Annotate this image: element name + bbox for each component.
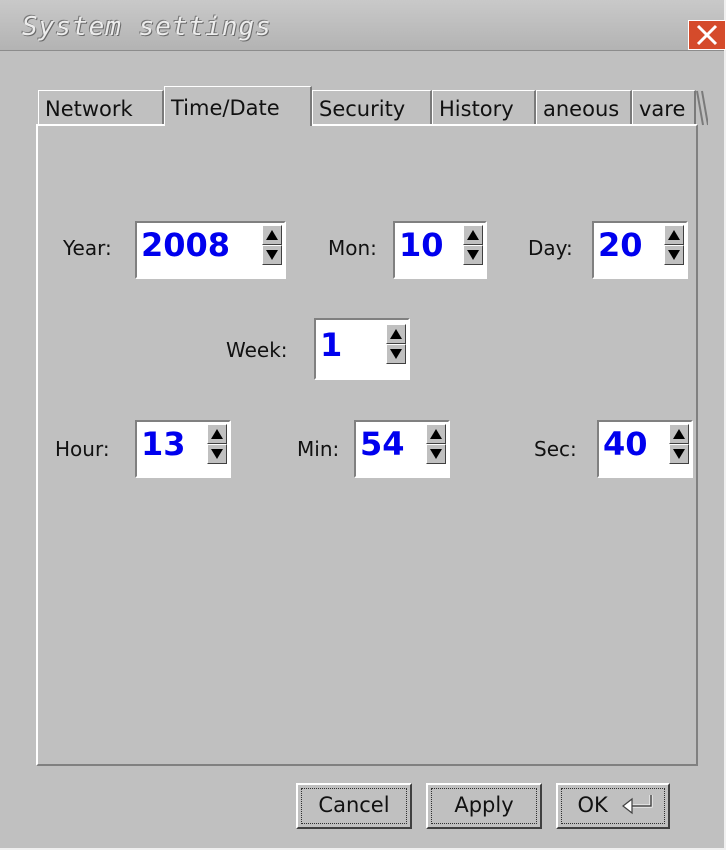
title-bar[interactable]: System settings — [0, 0, 726, 51]
enter-key-icon — [621, 795, 652, 815]
cancel-button[interactable]: Cancel — [296, 783, 412, 829]
tab-network[interactable]: Network — [38, 90, 164, 126]
minute-value: 54 — [360, 425, 405, 463]
ok-button[interactable]: OK — [556, 783, 670, 829]
hour-up-arrow[interactable] — [207, 424, 227, 444]
day-arrows — [664, 225, 684, 265]
week-spinner[interactable]: 1 — [314, 318, 410, 380]
close-button[interactable] — [688, 20, 726, 50]
arrow-up-icon — [211, 429, 223, 439]
day-spinner[interactable]: 20 — [592, 221, 688, 279]
tab-label: Network — [45, 97, 133, 121]
week-arrows — [386, 324, 406, 364]
day-down-arrow[interactable] — [664, 245, 684, 265]
month-down-arrow[interactable] — [463, 245, 483, 265]
hour-value: 13 — [141, 425, 186, 463]
month-value: 10 — [399, 226, 444, 264]
second-down-arrow[interactable] — [669, 444, 689, 464]
week-label: Week: — [226, 338, 288, 362]
month-arrows — [463, 225, 483, 265]
cancel-label: Cancel — [318, 793, 390, 817]
mon-label: Mon: — [328, 236, 377, 260]
tab-label: aneous — [543, 97, 620, 121]
tab-miscellaneous[interactable]: aneous — [536, 90, 632, 126]
arrow-down-icon — [673, 449, 685, 459]
week-value: 1 — [320, 326, 343, 364]
hour-spinner[interactable]: 13 — [135, 420, 231, 478]
ok-label: OK — [577, 793, 608, 817]
hour-down-arrow[interactable] — [207, 444, 227, 464]
arrow-up-icon — [668, 230, 680, 240]
tab-label: vare — [639, 97, 686, 121]
year-arrows — [262, 225, 282, 265]
day-value: 20 — [598, 226, 643, 264]
sec-label: Sec: — [534, 437, 577, 461]
tab-time-date[interactable]: Time/Date — [164, 86, 312, 126]
tab-scroll-edge[interactable] — [696, 90, 709, 126]
arrow-down-icon — [390, 349, 402, 359]
window-title: System settings — [22, 12, 272, 42]
arrow-up-icon — [467, 230, 479, 240]
week-up-arrow[interactable] — [386, 324, 406, 344]
tab-label: Security — [319, 97, 406, 121]
settings-window: System settings Network Time/Date Securi… — [0, 0, 726, 850]
close-icon — [696, 24, 718, 46]
month-spinner[interactable]: 10 — [393, 221, 487, 279]
arrow-up-icon — [266, 230, 278, 240]
arrow-down-icon — [211, 449, 223, 459]
day-label: Day: — [528, 236, 573, 260]
minute-arrows — [426, 424, 446, 464]
second-spinner[interactable]: 40 — [597, 420, 693, 478]
tab-history[interactable]: History — [432, 90, 536, 126]
month-up-arrow[interactable] — [463, 225, 483, 245]
year-down-arrow[interactable] — [262, 245, 282, 265]
minute-up-arrow[interactable] — [426, 424, 446, 444]
second-up-arrow[interactable] — [669, 424, 689, 444]
hour-label: Hour: — [55, 437, 110, 461]
minute-spinner[interactable]: 54 — [354, 420, 450, 478]
arrow-down-icon — [266, 250, 278, 260]
year-up-arrow[interactable] — [262, 225, 282, 245]
second-arrows — [669, 424, 689, 464]
arrow-down-icon — [430, 449, 442, 459]
apply-button[interactable]: Apply — [426, 783, 542, 829]
arrow-up-icon — [390, 329, 402, 339]
tab-security[interactable]: Security — [312, 90, 432, 126]
tab-label: History — [439, 97, 514, 121]
second-value: 40 — [603, 425, 648, 463]
apply-label: Apply — [454, 793, 514, 817]
tab-firmware[interactable]: vare — [632, 90, 696, 126]
tab-label: Time/Date — [171, 96, 280, 120]
year-value: 2008 — [141, 226, 231, 264]
year-spinner[interactable]: 2008 — [135, 221, 286, 279]
hour-arrows — [207, 424, 227, 464]
arrow-up-icon — [430, 429, 442, 439]
arrow-down-icon — [668, 250, 680, 260]
minute-down-arrow[interactable] — [426, 444, 446, 464]
week-down-arrow[interactable] — [386, 344, 406, 364]
day-up-arrow[interactable] — [664, 225, 684, 245]
arrow-down-icon — [467, 250, 479, 260]
arrow-up-icon — [673, 429, 685, 439]
min-label: Min: — [297, 437, 340, 461]
year-label: Year: — [63, 236, 112, 260]
